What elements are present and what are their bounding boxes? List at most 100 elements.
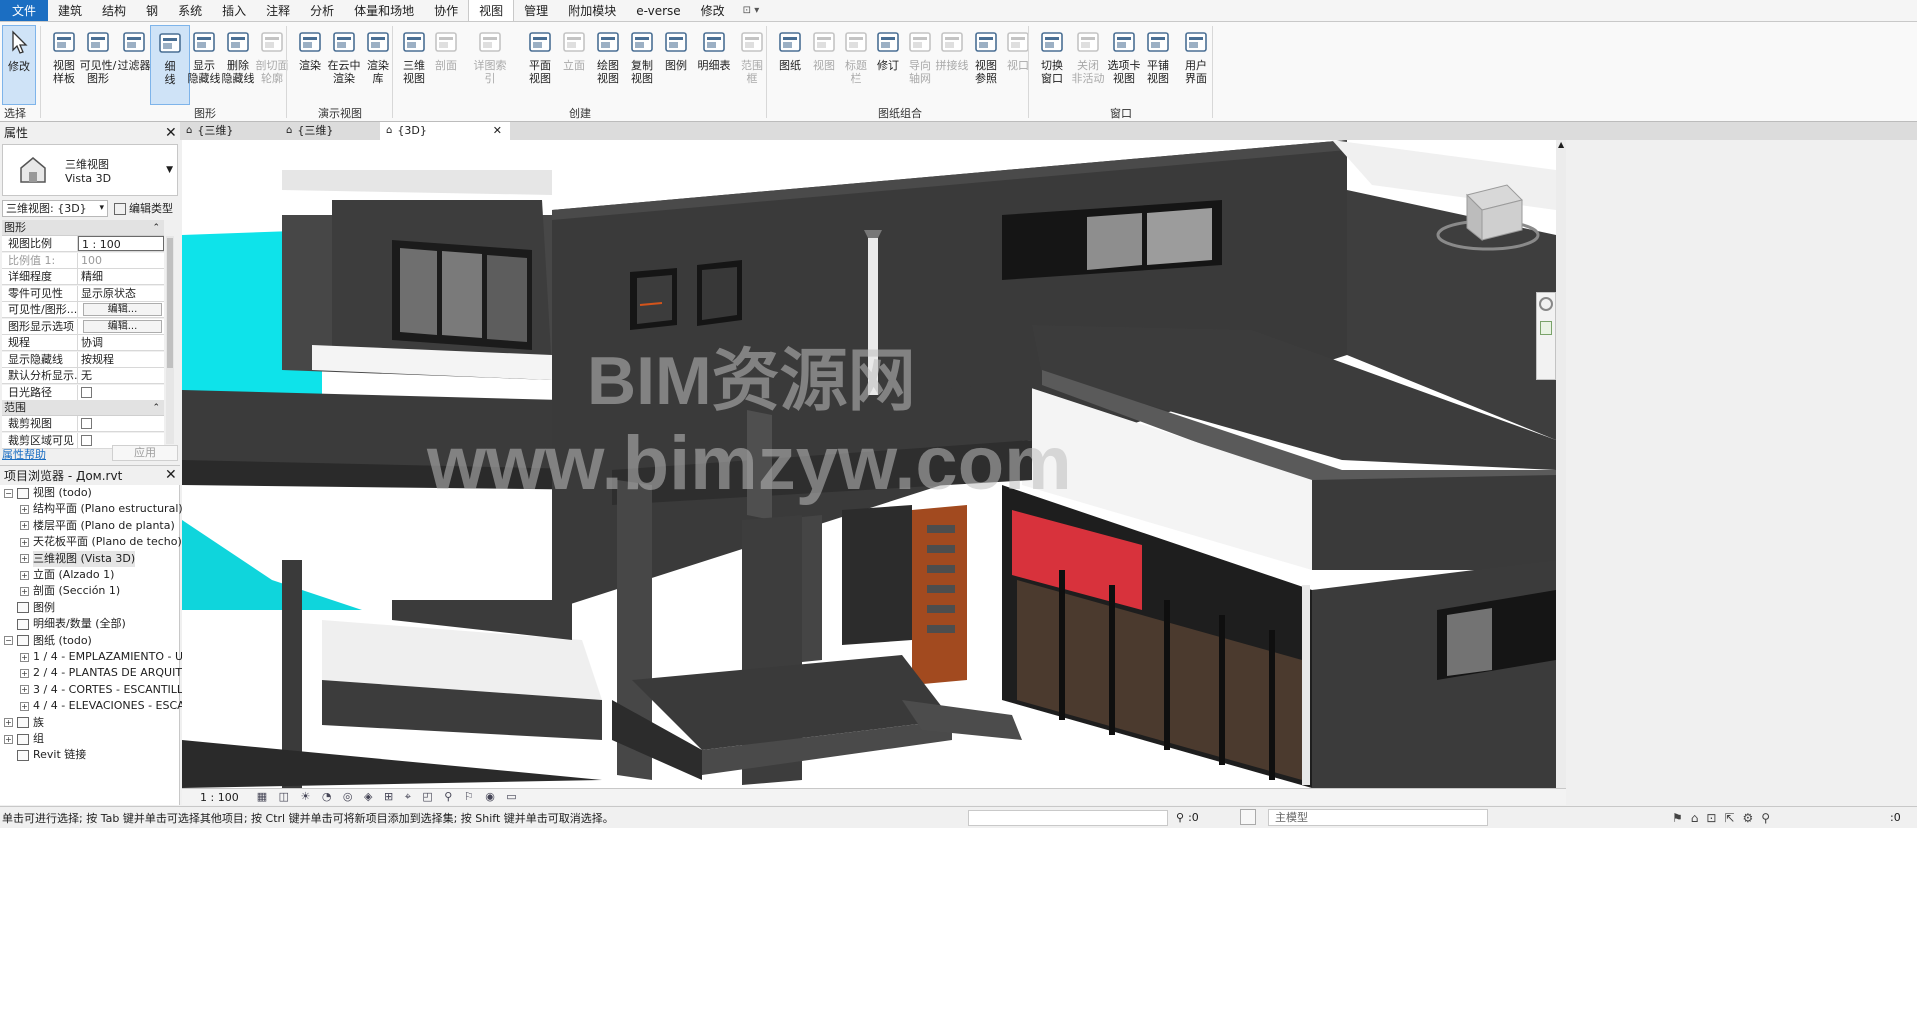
ribbon-tab[interactable]: 结构 (92, 0, 136, 21)
document-tab[interactable]: ⌂ {三维} (180, 122, 280, 140)
ribbon-button-29[interactable]: 切换 窗口 (1032, 25, 1072, 105)
ribbon-tab[interactable]: 分析 (300, 0, 344, 21)
browser-tree-item[interactable]: + 天花板平面 (Plano de techo) (20, 534, 182, 550)
properties-close-icon[interactable]: ✕ (165, 126, 177, 140)
type-dropdown-icon[interactable]: ▼ (166, 165, 173, 175)
section-extents-header[interactable]: 范围 ⌃ (2, 400, 164, 416)
expand-icon[interactable]: + (4, 734, 13, 744)
ribbon-tab[interactable]: 注释 (256, 0, 300, 21)
ribbon-button-2[interactable]: 可见性/ 图形 (78, 25, 118, 105)
expand-icon[interactable]: + (20, 570, 29, 580)
collapse-icon[interactable]: − (4, 636, 13, 646)
ribbon-button-19[interactable]: 明细表 (694, 25, 734, 105)
browser-tree-item[interactable]: + 族 (4, 715, 44, 731)
ribbon-tab[interactable]: e-verse (626, 0, 690, 21)
checkbox[interactable] (81, 386, 92, 398)
property-value[interactable]: 精细 (78, 269, 164, 284)
selection-options-icons[interactable]: ⚑⌂⊡⇱⚙⚲ (1672, 811, 1778, 825)
property-value[interactable]: 编辑... (78, 319, 164, 334)
property-value[interactable]: 按规程 (78, 352, 164, 367)
browser-tree-item[interactable]: + 剖面 (Sección 1) (20, 583, 120, 599)
tab-options-icon[interactable]: ⊡ ▾ (735, 0, 768, 21)
expand-icon[interactable]: + (20, 537, 29, 547)
section-graphics-header[interactable]: 图形 ⌃ (2, 220, 164, 236)
property-value[interactable] (78, 385, 164, 400)
apply-button[interactable]: 应用 (112, 445, 178, 461)
expand-icon[interactable]: + (20, 504, 29, 514)
browser-tree-item[interactable]: +3 / 4 - CORTES - ESCANTILLÓ (20, 682, 191, 698)
workset-field[interactable] (968, 810, 1168, 826)
property-value[interactable]: 1 : 100 (78, 236, 164, 251)
browser-tree-item[interactable]: − 图纸 (todo) (4, 633, 92, 649)
type-selector[interactable]: 三维视图 Vista 3D ▼ (2, 144, 178, 196)
scroll-up-icon[interactable]: ▲ (1558, 140, 1564, 149)
view-scale[interactable]: 1 : 100 (200, 791, 239, 804)
ribbon-button-32[interactable]: 平铺 视图 (1138, 25, 1178, 105)
edit-type-button[interactable]: 编辑类型 (114, 200, 173, 217)
browser-tree-item[interactable]: + 立面 (Alzado 1) (20, 567, 114, 583)
viewport-scrollbar[interactable]: ▲ (1556, 140, 1566, 788)
expand-icon[interactable]: + (20, 685, 29, 695)
ribbon-button-3[interactable]: 过滤器 (114, 25, 154, 105)
expand-icon[interactable]: + (20, 668, 29, 678)
ribbon-button-30[interactable]: 关闭 非活动 (1068, 25, 1108, 105)
checkbox[interactable] (81, 418, 92, 429)
document-tab[interactable]: ⌂ {3D} ✕ (380, 122, 510, 140)
ribbon-tab[interactable]: 建筑 (48, 0, 92, 21)
checkbox[interactable] (81, 434, 92, 446)
instance-selector[interactable]: 三维视图: {3D} ▾ (2, 200, 108, 217)
edit-button[interactable]: 编辑... (83, 303, 162, 316)
ribbon-tab[interactable]: 钢 (136, 0, 168, 21)
expand-icon[interactable]: + (20, 586, 29, 596)
expand-icon[interactable]: + (20, 521, 29, 531)
property-value[interactable] (78, 416, 164, 431)
browser-tree-item[interactable]: Revit 链接 (4, 747, 86, 763)
steering-wheel-icon[interactable] (1539, 297, 1553, 311)
browser-tree-item[interactable]: 明细表/数量 (全部) (4, 616, 126, 632)
collapse-icon[interactable]: − (4, 488, 13, 498)
browser-tree-item[interactable]: +4 / 4 - ELEVACIONES - ESCAN (20, 698, 193, 714)
browser-tree-item[interactable]: 图例 (4, 600, 55, 616)
model-selector[interactable]: 主模型 (1268, 809, 1488, 826)
ribbon-tab[interactable]: 协作 (424, 0, 468, 21)
expand-icon[interactable]: + (20, 652, 29, 662)
ribbon-group-label[interactable]: 选择 (4, 105, 40, 121)
ribbon-button-33[interactable]: 用户 界面 (1176, 25, 1216, 105)
properties-help-link[interactable]: 属性帮助 (2, 446, 46, 462)
ribbon-tab[interactable]: 体量和场地 (344, 0, 424, 21)
ribbon-tab[interactable]: 视图 (468, 0, 515, 21)
properties-scrollbar[interactable] (166, 236, 174, 444)
close-tab-icon[interactable]: ✕ (493, 122, 502, 140)
property-value[interactable]: 协调 (78, 335, 164, 350)
ribbon-tab[interactable]: 系统 (168, 0, 212, 21)
edit-button[interactable]: 编辑... (83, 319, 162, 333)
expand-icon[interactable]: + (20, 701, 29, 711)
browser-close-icon[interactable]: ✕ (165, 468, 177, 482)
document-tab[interactable]: ⌂ {三维} (280, 122, 380, 140)
property-value[interactable]: 编辑... (78, 302, 164, 317)
ribbon-button-12[interactable]: 剖面 (426, 25, 466, 105)
browser-tree-item[interactable]: +1 / 4 - EMPLAZAMIENTO - UI (20, 649, 186, 665)
zoom-region-icon[interactable] (1540, 321, 1552, 335)
3d-viewport[interactable]: BIM资源网 www.bimzyw.com (182, 140, 1556, 788)
browser-tree-item[interactable]: + 结构平面 (Plano estructural) (20, 501, 183, 517)
ribbon-tab[interactable]: 文件 (0, 0, 49, 21)
view-control-icons[interactable]: ▦ ◫ ☀ ◔ ◎ ◈ ⊞ ⌖ ◰ ⚲ ⚐ ◉ ▭ (257, 790, 521, 804)
ribbon-tab[interactable]: 附加模块 (558, 0, 626, 21)
ribbon-tab[interactable]: 管理 (514, 0, 558, 21)
browser-tree-item[interactable]: + 楼层平面 (Plano de planta) (20, 518, 175, 534)
browser-tree-item[interactable]: +2 / 4 - PLANTAS DE ARQUITE (20, 665, 189, 681)
expand-icon[interactable]: + (20, 554, 29, 564)
ribbon-button-18[interactable]: 图例 (656, 25, 696, 105)
property-value[interactable]: 显示原状态 (78, 286, 164, 301)
ribbon-tab[interactable]: 修改 (691, 0, 735, 21)
design-options-icon[interactable] (1240, 809, 1256, 825)
ribbon-button-13[interactable]: 详图索引 (470, 25, 510, 105)
browser-tree-item[interactable]: − 视图 (todo) (4, 485, 92, 501)
ribbon-tab[interactable]: 插入 (212, 0, 256, 21)
property-value[interactable]: 100 (78, 253, 164, 268)
browser-tree-item[interactable]: + 三维视图 (Vista 3D) (20, 550, 136, 567)
property-value[interactable]: 无 (78, 368, 164, 383)
browser-tree-item[interactable]: + 组 (4, 731, 44, 747)
expand-icon[interactable]: + (4, 718, 13, 728)
